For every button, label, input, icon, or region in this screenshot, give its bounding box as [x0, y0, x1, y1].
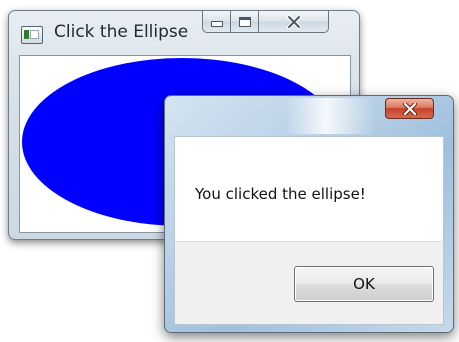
window-title: Click the Ellipse: [54, 22, 189, 42]
dialog-message: You clicked the ellipse!: [195, 185, 366, 203]
ok-button[interactable]: OK: [294, 266, 434, 302]
maximize-icon: [238, 16, 251, 27]
close-button[interactable]: [259, 11, 329, 33]
close-icon: [402, 102, 417, 115]
dialog-footer: OK: [174, 241, 444, 325]
minimize-icon: [210, 20, 223, 27]
dialog-body: You clicked the ellipse!: [174, 136, 444, 241]
app-window-icon: [21, 26, 43, 44]
message-dialog: You clicked the ellipse! OK: [164, 95, 454, 333]
close-icon: [286, 14, 301, 29]
glass-highlight: [285, 98, 375, 134]
maximize-button[interactable]: [231, 11, 259, 33]
dialog-close-button[interactable]: [385, 98, 434, 119]
minimize-button[interactable]: [202, 11, 231, 33]
caption-buttons: [202, 11, 329, 35]
